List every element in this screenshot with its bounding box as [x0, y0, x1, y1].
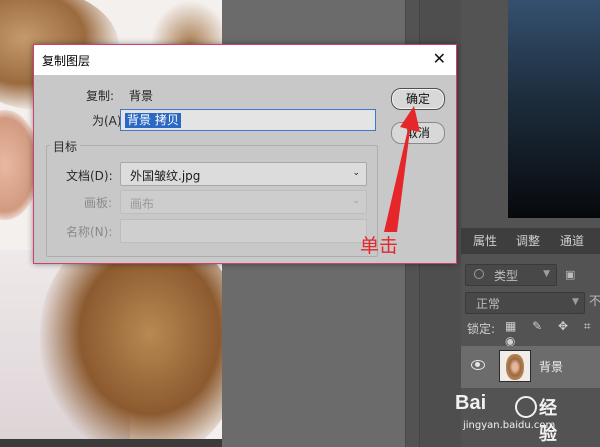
name-label: 名称(N):: [66, 225, 113, 239]
image-filter-icon[interactable]: ▣: [565, 268, 575, 281]
duplicate-source-value: 背景: [129, 89, 154, 103]
annotation-click-label: 单击: [360, 235, 399, 257]
blend-mode-value: 正常: [476, 297, 501, 311]
ok-button[interactable]: 确定: [391, 88, 445, 110]
cancel-button[interactable]: 取消: [391, 122, 445, 144]
artboard-select: 画布 ⌄: [120, 190, 367, 214]
chevron-down-icon: ▼: [572, 297, 579, 307]
paw-logo-icon: [515, 396, 537, 418]
close-icon[interactable]: ✕: [433, 49, 446, 68]
artboard-value: 画布: [130, 197, 155, 211]
chevron-down-icon: ⌄: [352, 196, 360, 206]
eye-icon[interactable]: [471, 360, 485, 370]
dialog-title: 复制图层: [42, 54, 91, 68]
blend-mode-select[interactable]: 正常 ▼: [465, 292, 585, 314]
layer-thumbnail: [499, 350, 531, 382]
watermark-brand: Bai: [455, 392, 487, 414]
lock-options-icons[interactable]: ▦ ✎ ✥ ⌗ ◉: [505, 319, 600, 348]
destination-group-title: 目标: [50, 138, 81, 155]
chevron-down-icon: ▼: [543, 269, 550, 279]
search-icon: [474, 269, 484, 279]
as-name-value: 背景 拷贝: [125, 113, 181, 128]
watermark-url: jingyan.baidu.com: [463, 420, 556, 431]
navigator-preview: [508, 0, 600, 218]
layer-name: 背景: [539, 360, 564, 374]
layer-row-background[interactable]: 背景: [461, 346, 600, 388]
document-label: 文档(D):: [66, 169, 113, 183]
artboard-label: 画板:: [84, 196, 113, 210]
layer-filter-select[interactable]: 类型 ▼: [465, 264, 557, 286]
chevron-down-icon: ⌄: [352, 168, 360, 178]
opacity-label: 不: [589, 294, 600, 308]
panel-tabs: 属性 调整 通道: [461, 228, 600, 254]
tab-properties[interactable]: 属性: [465, 228, 505, 254]
layer-filter-label: 类型: [494, 269, 519, 283]
tab-adjustments[interactable]: 调整: [507, 228, 549, 254]
tab-channels[interactable]: 通道: [551, 228, 593, 254]
name-input: [120, 219, 367, 243]
lock-label: 锁定:: [467, 322, 496, 336]
duplicate-label: 复制:: [86, 89, 115, 103]
document-value: 外国皱纹.jpg: [130, 169, 201, 183]
dialog-titlebar[interactable]: 复制图层 ✕: [34, 45, 456, 75]
as-name-input[interactable]: 背景 拷贝: [120, 109, 376, 131]
document-select[interactable]: 外国皱纹.jpg ⌄: [120, 162, 367, 186]
